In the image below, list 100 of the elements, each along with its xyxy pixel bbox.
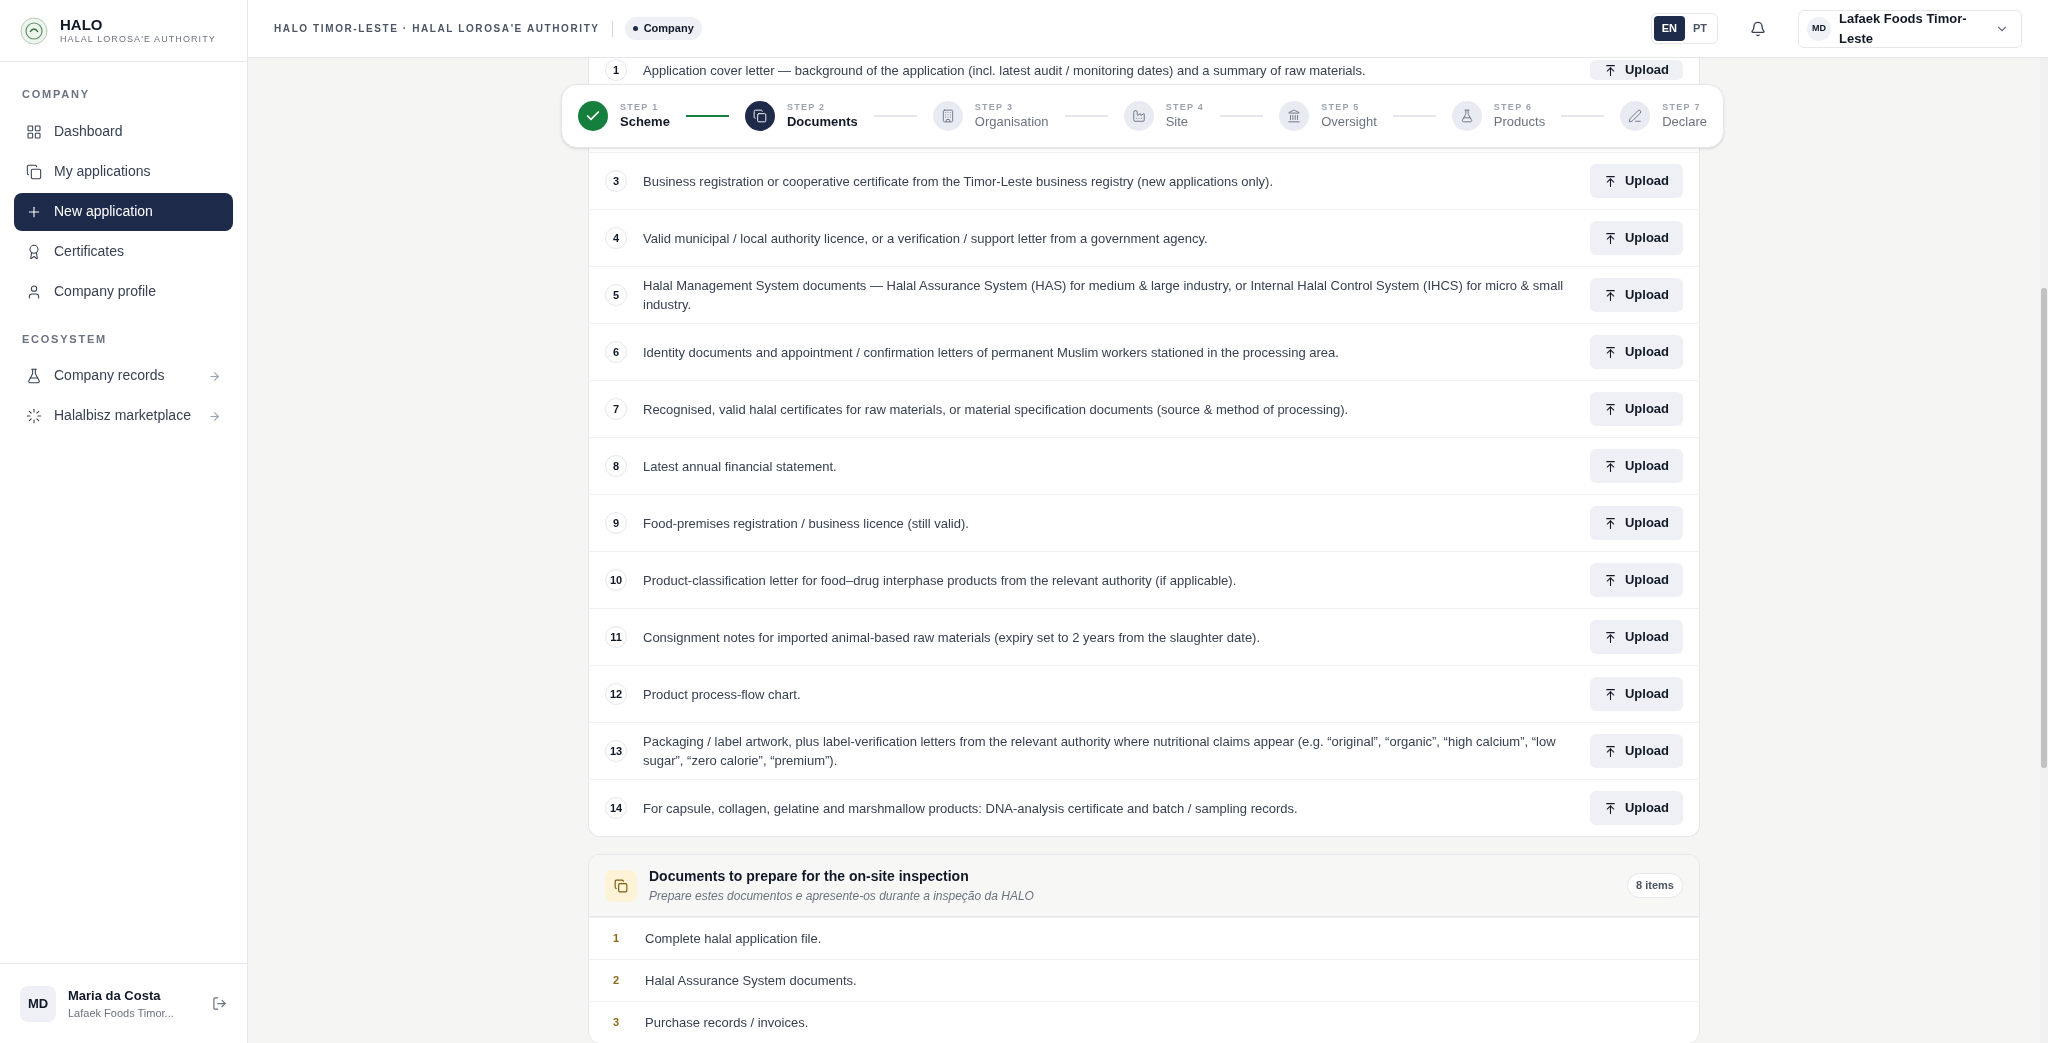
inspection-item: Halal Assurance System documents. xyxy=(645,971,857,990)
upload-icon xyxy=(1603,687,1617,701)
upload-button[interactable]: Upload xyxy=(1589,221,1683,255)
upload-icon xyxy=(1603,516,1617,530)
user-icon xyxy=(26,283,42,300)
upload-button[interactable]: Upload xyxy=(1589,506,1683,540)
sidebar-item[interactable]: Company records xyxy=(14,357,233,395)
row-number: 12 xyxy=(605,683,627,705)
document-description: Product-classification letter for food–drug interphase products from the relevant authority (if applicable). xyxy=(643,571,1238,590)
upload-button[interactable]: Upload xyxy=(1589,620,1683,654)
row-number: 5 xyxy=(605,284,627,306)
language-option[interactable]: EN xyxy=(1653,16,1685,41)
upload-icon xyxy=(1603,174,1617,188)
documents-icon xyxy=(614,878,628,893)
account-name: Lafaek Foods Timor-Leste xyxy=(1839,10,1968,48)
sidebar-item[interactable]: Certificates xyxy=(14,232,233,271)
upload-button[interactable]: Upload xyxy=(1589,734,1683,768)
step-name: Documents xyxy=(786,113,858,130)
flask-icon xyxy=(26,368,42,384)
step[interactable]: STEP 7 Declare xyxy=(1620,101,1708,131)
pencil-icon xyxy=(1628,109,1643,123)
upload-icon xyxy=(1603,63,1617,77)
document-description: Recognised, valid halal certificates for raw materials, or material specification documents (source & method of processing). xyxy=(643,400,1350,419)
dashboard-icon xyxy=(26,123,42,140)
documents-icon xyxy=(26,163,42,180)
context-badge: Company xyxy=(624,17,702,40)
item-count: 8 items xyxy=(1627,873,1683,898)
row-number: 2 xyxy=(613,973,621,989)
upload-button[interactable]: Upload xyxy=(1589,335,1683,369)
step[interactable]: STEP 2 Documents xyxy=(744,101,858,131)
account-avatar: MD xyxy=(1807,16,1831,41)
user-avatar: MD xyxy=(20,985,56,1022)
upload-icon xyxy=(1603,288,1617,302)
document-description: Food-premises registration / business licence (still valid). xyxy=(643,514,970,533)
row-number: 3 xyxy=(605,170,627,192)
step-name: Site xyxy=(1165,113,1190,130)
logout-icon[interactable] xyxy=(212,996,227,1011)
upload-icon xyxy=(1603,801,1617,815)
sidebar-item[interactable]: Halalbisz marketplace xyxy=(14,397,233,435)
document-description: Application cover letter — background of the application (incl. latest audit / monitoring dates) and a summary of raw materials. xyxy=(643,61,1367,80)
row-number: 4 xyxy=(605,227,627,249)
flask-icon xyxy=(1459,109,1474,123)
upload-button[interactable]: Upload xyxy=(1589,392,1683,426)
step-label: STEP 1 xyxy=(620,102,660,114)
row-number: 11 xyxy=(605,626,627,648)
upload-icon xyxy=(1603,630,1617,644)
document-description: Consignment notes for imported animal-based raw materials (expiry set to 2 years from the slaughter date). xyxy=(643,628,1262,647)
document-description: Packaging / label artwork, plus label-verification letters from the relevant authority where nutritional claims appear (e.g. “original”, “organic”, “high calcium”, “low sugar”, “zero calorie”, “premium”). xyxy=(643,733,1557,770)
step-label: STEP 3 xyxy=(974,102,1015,114)
step-label: STEP 4 xyxy=(1165,102,1205,114)
document-description: Identity documents and appointment / confirmation letters of permanent Muslim workers stationed in the processing area. xyxy=(643,343,1340,362)
step-name: Organisation xyxy=(974,113,1049,130)
sidebar-item[interactable]: Company profile xyxy=(14,272,233,311)
row-number: 9 xyxy=(605,512,627,534)
award-icon xyxy=(26,243,42,260)
sidebar-item[interactable]: Dashboard xyxy=(14,112,233,151)
upload-icon xyxy=(1603,573,1617,587)
step-label: STEP 5 xyxy=(1321,102,1361,114)
section-title: Documents to prepare for the on-site inspection xyxy=(649,867,970,886)
upload-icon xyxy=(1603,402,1617,416)
step[interactable]: STEP 6 Products xyxy=(1451,101,1546,131)
upload-button[interactable]: Upload xyxy=(1589,677,1683,711)
document-description: For capsule, collagen, gelatine and marshmallow products: DNA-analysis certificate and batch / sampling records. xyxy=(643,799,1299,818)
section-subtitle: Prepare estes documentos e apresente-os durante a inspeção da HALO xyxy=(649,888,1035,905)
document-description: Business registration or cooperative certificate from the Timor-Leste business registry (new applications only). xyxy=(643,172,1275,191)
scrollbar-thumb[interactable] xyxy=(2041,288,2047,768)
row-number: 3 xyxy=(613,1015,621,1031)
breadcrumb: HALO TIMOR-LESTE · HALAL LOROSA'E AUTHORITY xyxy=(274,22,600,36)
step-label: STEP 7 xyxy=(1662,102,1702,114)
upload-button[interactable]: Upload xyxy=(1589,449,1683,483)
documents-icon xyxy=(752,109,767,123)
loader-icon xyxy=(26,408,42,424)
upload-button[interactable]: Upload xyxy=(1589,164,1683,198)
language-option[interactable]: PT xyxy=(1684,16,1715,41)
upload-button[interactable]: Upload xyxy=(1589,278,1683,312)
row-number: 14 xyxy=(605,797,627,819)
account-selector[interactable]: MD Lafaek Foods Timor-Leste xyxy=(1798,9,2022,48)
upload-button[interactable]: Upload xyxy=(1589,60,1683,80)
step[interactable]: STEP 1 Scheme xyxy=(578,101,670,131)
upload-button[interactable]: Upload xyxy=(1589,563,1683,597)
step-name: Scheme xyxy=(620,113,670,130)
upload-icon xyxy=(1603,345,1617,359)
row-number: 7 xyxy=(605,398,627,420)
section-heading: ECOSYSTEM xyxy=(21,331,108,347)
row-number: 13 xyxy=(605,740,627,762)
upload-button[interactable]: Upload xyxy=(1589,791,1683,825)
upload-icon xyxy=(1603,744,1617,758)
building-icon xyxy=(940,109,955,123)
inspection-item: Purchase records / invoices. xyxy=(645,1013,809,1032)
inspection-item: Complete halal application file. xyxy=(645,929,822,948)
notifications-icon[interactable] xyxy=(1750,20,1766,37)
sidebar-item[interactable]: My applications xyxy=(14,152,233,191)
step-name: Products xyxy=(1493,113,1546,130)
step[interactable]: STEP 5 Oversight xyxy=(1279,101,1377,131)
sidebar-item[interactable]: New application xyxy=(14,192,233,231)
row-number: 8 xyxy=(605,455,627,477)
step[interactable]: STEP 4 Site xyxy=(1123,101,1205,131)
step[interactable]: STEP 3 Organisation xyxy=(932,101,1049,131)
arrow-right-icon xyxy=(208,409,221,423)
factory-icon xyxy=(1131,109,1146,123)
